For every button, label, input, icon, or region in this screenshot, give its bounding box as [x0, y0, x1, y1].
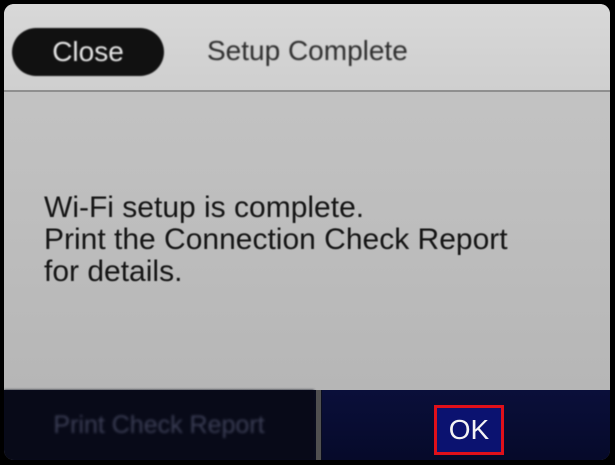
lcd-panel: Close Setup Complete Wi-Fi setup is comp…	[4, 4, 610, 460]
close-button[interactable]: Close	[12, 28, 164, 76]
button-divider	[316, 390, 321, 460]
ok-button-area[interactable]: OK	[322, 390, 610, 460]
print-check-report-button[interactable]: Print Check Report	[4, 390, 314, 460]
message-line-3: for details.	[44, 255, 183, 288]
bottom-bar: Print Check Report OK	[4, 390, 610, 460]
printer-screen: Close Setup Complete Wi-Fi setup is comp…	[0, 0, 615, 465]
message-line-1: Wi-Fi setup is complete.	[44, 191, 365, 224]
ok-button[interactable]: OK	[434, 405, 504, 455]
title-bar: Close Setup Complete	[4, 4, 610, 92]
message-line-2: Print the Connection Check Report	[44, 223, 508, 256]
setup-message: Wi-Fi setup is complete. Print the Conne…	[44, 192, 604, 288]
page-title: Setup Complete	[207, 35, 408, 66]
